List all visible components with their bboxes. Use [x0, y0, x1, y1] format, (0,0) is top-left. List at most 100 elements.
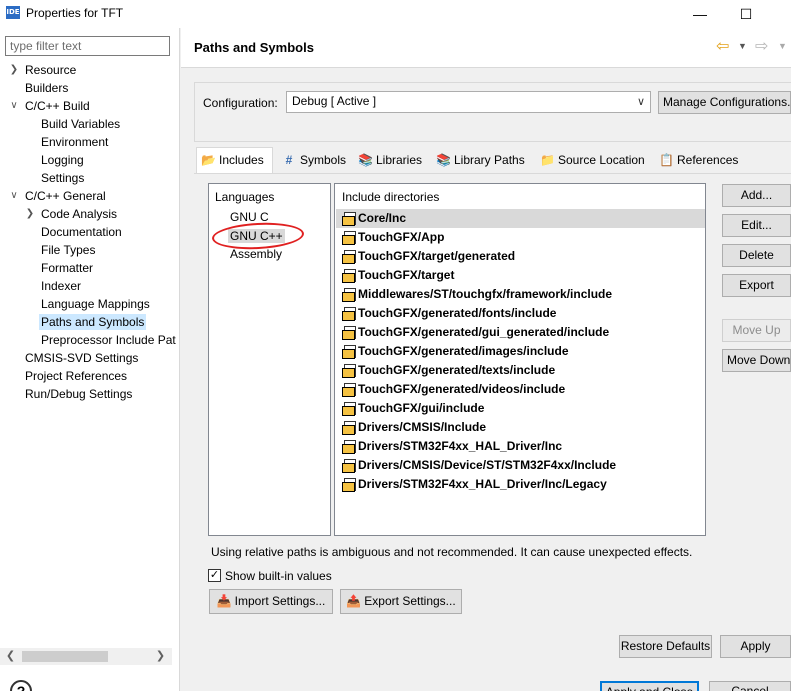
back-arrow-icon[interactable]: ⇦ — [716, 36, 729, 56]
back-dropdown-icon[interactable]: ▼ — [738, 41, 747, 51]
tab-libraries[interactable]: 📚 Libraries — [354, 149, 429, 173]
include-folder-icon — [342, 345, 356, 359]
show-builtin-checkbox[interactable]: ✓ — [208, 569, 221, 582]
title-bar: IDE Properties for TFT — ☐ — [0, 0, 791, 28]
include-row[interactable]: TouchGFX/generated/texts/include — [336, 361, 705, 380]
filter-input[interactable] — [5, 36, 170, 56]
configuration-select[interactable]: Debug [ Active ] ∨ — [286, 91, 651, 113]
include-folder-icon — [342, 440, 356, 454]
include-row[interactable]: TouchGFX/generated/videos/include — [336, 380, 705, 399]
help-icon[interactable]: ? — [10, 680, 32, 691]
import-settings-button[interactable]: 📥 Import Settings... — [209, 589, 333, 614]
apply-button[interactable]: Apply — [720, 635, 791, 658]
tree-item-code-analysis[interactable]: ❯ Code Analysis — [26, 205, 117, 223]
chevron-down-icon: ∨ — [636, 96, 645, 108]
include-row[interactable]: Drivers/CMSIS/Include — [336, 418, 705, 437]
tree-item-formatter[interactable]: Formatter — [41, 259, 93, 277]
include-row[interactable]: TouchGFX/generated/fonts/include — [336, 304, 705, 323]
ide-app-icon: IDE — [6, 6, 20, 19]
left-panel: ❯Resource Builders ∨C/C++ Build Build Va… — [0, 28, 180, 691]
tree-item-documentation[interactable]: Documentation — [41, 223, 122, 241]
tree-item-environment[interactable]: Environment — [41, 133, 108, 151]
configuration-label: Configuration: — [203, 96, 278, 110]
include-row[interactable]: TouchGFX/generated/images/include — [336, 342, 705, 361]
chevron-down-icon[interactable]: ∨ — [9, 187, 19, 205]
include-row[interactable]: TouchGFX/target/generated — [336, 247, 705, 266]
tree-item-build-variables[interactable]: Build Variables — [41, 115, 120, 133]
tab-references[interactable]: 📋 References — [655, 149, 745, 173]
include-folder-icon — [342, 402, 356, 416]
add-button[interactable]: Add... — [722, 184, 791, 207]
tree-item-indexer[interactable]: Indexer — [41, 277, 81, 295]
include-row[interactable]: TouchGFX/generated/gui_generated/include — [336, 323, 705, 342]
languages-header: Languages — [215, 190, 275, 204]
scroll-right-icon[interactable]: ❯ — [152, 648, 169, 665]
chevron-down-icon[interactable]: ∨ — [9, 97, 19, 115]
hash-icon: # — [285, 153, 293, 167]
cancel-button[interactable]: Cancel — [709, 681, 791, 691]
tab-symbols[interactable]: # Symbols — [278, 149, 353, 173]
minimize-icon[interactable]: — — [685, 4, 715, 24]
books-icon: 📚 — [358, 153, 373, 167]
move-up-button[interactable]: Move Up — [722, 319, 791, 342]
scroll-thumb[interactable] — [22, 651, 108, 662]
show-builtin-label[interactable]: Show built-in values — [225, 569, 332, 583]
include-row[interactable]: Drivers/CMSIS/Device/ST/STM32F4xx/Includ… — [336, 456, 705, 475]
forward-dropdown-icon[interactable]: ▼ — [778, 41, 787, 51]
export-settings-button[interactable]: 📤 Export Settings... — [340, 589, 462, 614]
manage-configurations-button[interactable]: Manage Configurations... — [658, 91, 791, 114]
include-folder-icon — [342, 269, 356, 283]
include-row[interactable]: TouchGFX/gui/include — [336, 399, 705, 418]
horizontal-scrollbar[interactable]: ❮ ❯ — [0, 648, 172, 665]
restore-defaults-button[interactable]: Restore Defaults — [619, 635, 712, 658]
tree-item-project-references[interactable]: Project References — [25, 367, 127, 385]
include-directories-list[interactable]: Include directories Core/Inc TouchGFX/Ap… — [334, 183, 706, 536]
tree-item-preprocessor-include[interactable]: Preprocessor Include Pat — [41, 331, 176, 349]
chevron-right-icon[interactable]: ❯ — [9, 61, 19, 79]
page-header: Paths and Symbols ⇦ ▼ ⇨ ▼ — [181, 28, 791, 68]
edit-button[interactable]: Edit... — [722, 214, 791, 237]
tree-item-settings[interactable]: Settings — [41, 169, 84, 187]
scroll-left-icon[interactable]: ❮ — [2, 648, 19, 665]
include-row[interactable]: Drivers/STM32F4xx_HAL_Driver/Inc/Legacy — [336, 475, 705, 494]
window-title: Properties for TFT — [26, 6, 124, 20]
move-down-button[interactable]: Move Down — [722, 349, 791, 372]
export-icon: 📤 — [346, 594, 362, 608]
include-folder-icon — [342, 326, 356, 340]
tree-item-resource[interactable]: ❯ Resource — [10, 61, 77, 79]
export-button[interactable]: Export — [722, 274, 791, 297]
import-icon: 📥 — [216, 594, 232, 608]
chevron-right-icon[interactable]: ❯ — [25, 205, 35, 223]
relative-paths-note: Using relative paths is ambiguous and no… — [211, 545, 693, 559]
delete-button[interactable]: Delete — [722, 244, 791, 267]
references-icon: 📋 — [659, 153, 674, 167]
include-folder-icon — [342, 383, 356, 397]
include-row[interactable]: Middlewares/ST/touchgfx/framework/includ… — [336, 285, 705, 304]
include-row[interactable]: TouchGFX/target — [336, 266, 705, 285]
tree-item-cpp-build[interactable]: ∨ C/C++ Build — [10, 97, 89, 115]
include-row[interactable]: TouchGFX/App — [336, 228, 705, 247]
include-row[interactable]: Core/Inc — [336, 209, 705, 228]
tree-item-run-debug[interactable]: Run/Debug Settings — [25, 385, 132, 403]
tab-source-location[interactable]: 📁 Source Location — [536, 149, 652, 173]
include-directories-header: Include directories — [342, 190, 440, 204]
tree-item-paths-and-symbols[interactable]: Paths and Symbols — [39, 313, 147, 331]
tab-includes[interactable]: 📂 Includes — [196, 147, 273, 173]
tree-item-language-mappings[interactable]: Language Mappings — [41, 295, 150, 313]
include-row[interactable]: Drivers/STM32F4xx_HAL_Driver/Inc — [336, 437, 705, 456]
folder-includes-icon: 📂 — [201, 153, 216, 167]
tree-item-cpp-general[interactable]: ∨ C/C++ General — [10, 187, 105, 205]
include-folder-icon — [342, 307, 356, 321]
tab-library-paths[interactable]: 📚 Library Paths — [432, 149, 530, 173]
tree-item-builders[interactable]: Builders — [25, 79, 68, 97]
apply-and-close-button[interactable]: Apply and Close — [600, 681, 699, 691]
tree-item-logging[interactable]: Logging — [41, 151, 84, 169]
maximize-icon[interactable]: ☐ — [731, 4, 761, 24]
page-title: Paths and Symbols — [194, 40, 314, 55]
include-folder-icon — [342, 364, 356, 378]
tree-item-cmsis-svd[interactable]: CMSIS-SVD Settings — [25, 349, 138, 367]
tree-item-file-types[interactable]: File Types — [41, 241, 95, 259]
forward-arrow-icon[interactable]: ⇨ — [755, 36, 768, 56]
include-folder-icon — [342, 231, 356, 245]
include-folder-icon — [342, 421, 356, 435]
